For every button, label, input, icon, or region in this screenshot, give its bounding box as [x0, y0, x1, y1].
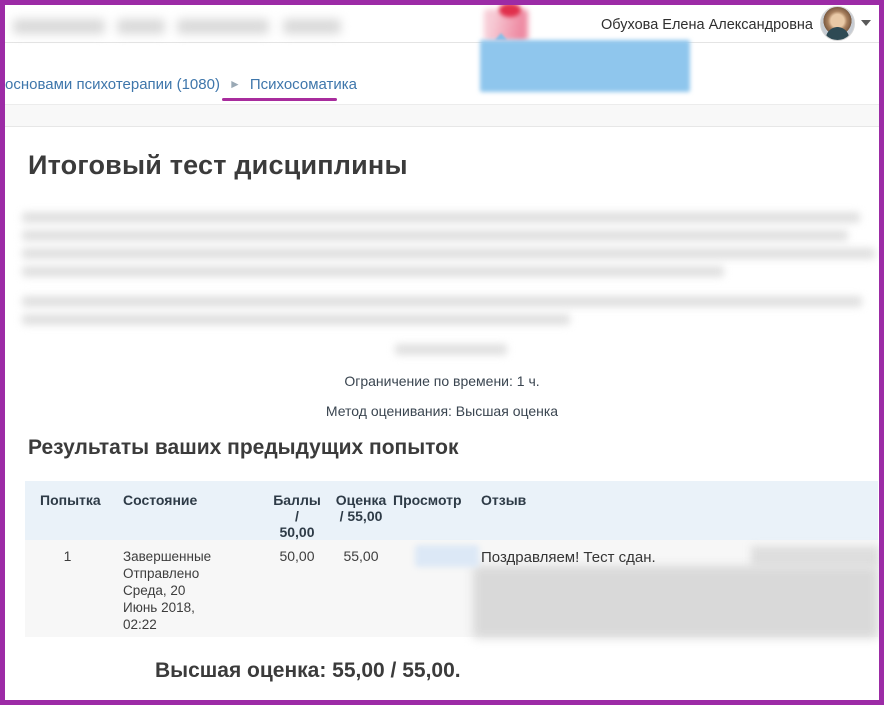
page-title: Итоговый тест дисциплины: [28, 150, 408, 181]
col-header-state: Состояние: [110, 481, 262, 540]
blurred-nav-item[interactable]: [13, 19, 105, 34]
col-header-attempt: Попытка: [25, 481, 110, 540]
blurred-feedback-detail: [473, 566, 878, 638]
col-header-marks: Баллы / 50,00: [262, 481, 332, 540]
blurred-text-line: [22, 296, 862, 307]
col-header-marks-label: Баллы: [262, 492, 332, 508]
attempt-number-cell: 1: [25, 540, 110, 637]
blurred-text-line: [22, 248, 875, 259]
blurred-description: [20, 205, 876, 365]
top-navigation-bar: Обухова Елена Александровна: [5, 5, 879, 43]
avatar[interactable]: [820, 6, 855, 41]
col-header-grade: Оценка / 55,00: [332, 481, 390, 540]
breadcrumb-separator-icon: ►: [229, 77, 241, 91]
grading-method-text: Метод оценивания: Высшая оценка: [0, 403, 884, 419]
popup-arrow-icon: [495, 33, 507, 40]
col-header-grade-label: Оценка: [332, 492, 390, 508]
col-header-marks-max: 50,00: [262, 524, 332, 540]
blurred-feedback-detail: [751, 546, 879, 567]
blurred-text-line: [22, 212, 860, 223]
col-header-feedback: Отзыв: [473, 481, 878, 540]
attempts-table: Попытка Состояние Баллы / 50,00 Оценка /…: [25, 481, 878, 637]
blurred-nav-item[interactable]: [117, 19, 165, 34]
attempts-heading: Результаты ваших предыдущих попыток: [28, 436, 458, 460]
col-header-grade-max: / 55,00: [332, 508, 390, 524]
blurred-text-line: [22, 314, 570, 325]
chevron-down-icon[interactable]: [861, 20, 871, 26]
blurred-text-line: [22, 266, 724, 277]
col-header-marks-slash: /: [262, 508, 332, 524]
blurred-popup: [480, 40, 690, 92]
collapsed-header-strip: [5, 104, 879, 127]
user-menu-name[interactable]: Обухова Елена Александровна: [601, 15, 813, 35]
attempt-state-cell: Завершенные Отправлено Среда, 20 Июнь 20…: [110, 540, 262, 637]
attempt-submitted: Отправлено Среда, 20 Июнь 2018, 02:22: [123, 565, 223, 633]
blurred-text-line: [22, 230, 848, 241]
attempt-marks-cell: 50,00: [262, 540, 332, 637]
attempt-state: Завершенные: [123, 548, 223, 565]
breadcrumb-course-link[interactable]: основами психотерапии (1080): [5, 76, 220, 93]
blurred-nav-item[interactable]: [283, 19, 341, 34]
blurred-nav-item[interactable]: [177, 19, 269, 34]
annotation-underline: [222, 98, 337, 101]
blurred-text-line: [395, 344, 507, 355]
attempt-feedback-cell: Поздравляем! Тест сдан.: [473, 540, 878, 637]
breadcrumb-current-link[interactable]: Психосоматика: [250, 76, 357, 93]
final-grade-text: Высшая оценка: 55,00 / 55,00.: [155, 659, 461, 683]
blurred-review-link[interactable]: [415, 545, 479, 567]
attempt-grade-cell: 55,00: [332, 540, 390, 637]
table-header-row: Попытка Состояние Баллы / 50,00 Оценка /…: [25, 481, 878, 540]
col-header-review: Просмотр: [390, 481, 473, 540]
quiz-summary-page: Обухова Елена Александровна основами пси…: [0, 0, 884, 705]
time-limit-text: Ограничение по времени: 1 ч.: [0, 373, 884, 389]
notification-badge: [499, 3, 521, 17]
feedback-text: Поздравляем! Тест сдан.: [481, 549, 656, 566]
